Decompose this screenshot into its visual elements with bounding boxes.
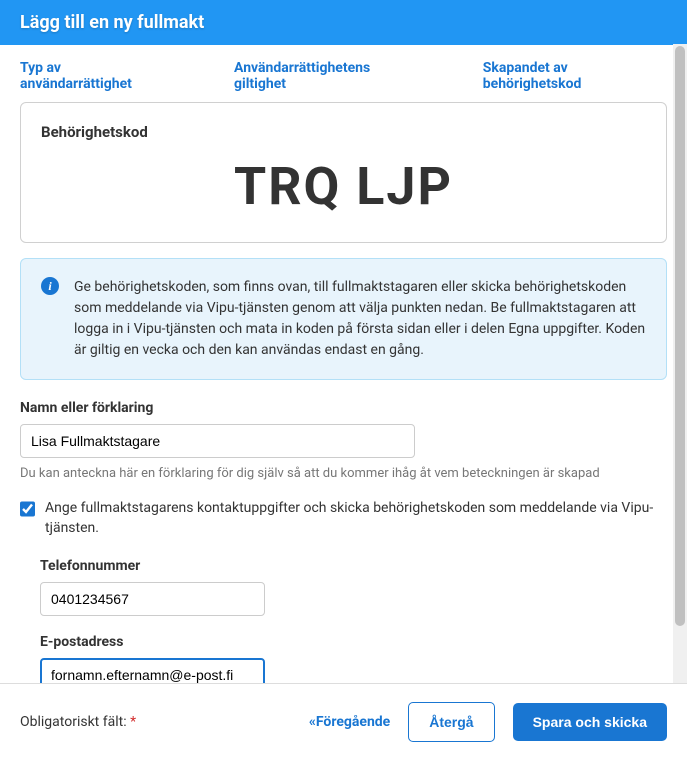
scrollbar-thumb[interactable] — [675, 46, 685, 626]
phone-label: Telefonnummer — [40, 558, 667, 574]
send-contact-checkbox[interactable] — [20, 501, 35, 517]
name-help-text: Du kan anteckna här en förklaring för di… — [20, 466, 667, 481]
dialog-title: Lägg till en ny fullmakt — [0, 0, 687, 45]
cancel-button[interactable]: Återgå — [408, 702, 494, 742]
send-contact-row: Ange fullmaktstagarens kontaktuppgifter … — [20, 499, 667, 538]
phone-input[interactable] — [40, 582, 265, 616]
authorization-code: TRQ LJP — [41, 146, 646, 222]
info-icon: i — [41, 277, 59, 295]
info-text: Ge behörighetskoden, som finns ovan, til… — [74, 277, 646, 361]
asterisk-icon: * — [130, 714, 136, 730]
authorization-code-panel: Behörighetskod TRQ LJP — [20, 102, 667, 243]
email-label: E-postadress — [40, 634, 667, 650]
previous-button[interactable]: « Föregående — [309, 714, 390, 730]
submit-button[interactable]: Spara och skicka — [513, 703, 667, 741]
content-area: Typ av användarrättighet Användarrättigh… — [0, 45, 687, 700]
step-type[interactable]: Typ av användarrättighet — [20, 60, 174, 92]
contact-fields: Telefonnummer E-postadress — [20, 558, 667, 692]
footer-actions: « Föregående Återgå Spara och skicka — [309, 702, 667, 742]
name-field-group: Namn eller förklaring Du kan anteckna hä… — [20, 400, 667, 481]
dialog-footer: Obligatoriskt fält: * « Föregående Återg… — [0, 683, 687, 760]
required-field-indicator: Obligatoriskt fält: * — [20, 714, 309, 730]
step-code[interactable]: Skapandet av behörighetskod — [483, 60, 667, 92]
info-message: i Ge behörighetskoden, som finns ovan, t… — [20, 258, 667, 380]
name-input[interactable] — [20, 424, 415, 458]
chevron-left-icon: « — [309, 714, 312, 730]
phone-field-group: Telefonnummer — [40, 558, 667, 616]
main-content: Behörighetskod TRQ LJP i Ge behörighetsk… — [0, 102, 687, 700]
code-label: Behörighetskod — [41, 123, 646, 141]
name-label: Namn eller förklaring — [20, 400, 667, 416]
scrollbar-track[interactable] — [673, 44, 687, 697]
step-validity[interactable]: Användarrättighetens giltighet — [234, 60, 423, 92]
send-contact-label[interactable]: Ange fullmaktstagarens kontaktuppgifter … — [45, 499, 667, 538]
wizard-steps: Typ av användarrättighet Användarrättigh… — [0, 45, 687, 102]
